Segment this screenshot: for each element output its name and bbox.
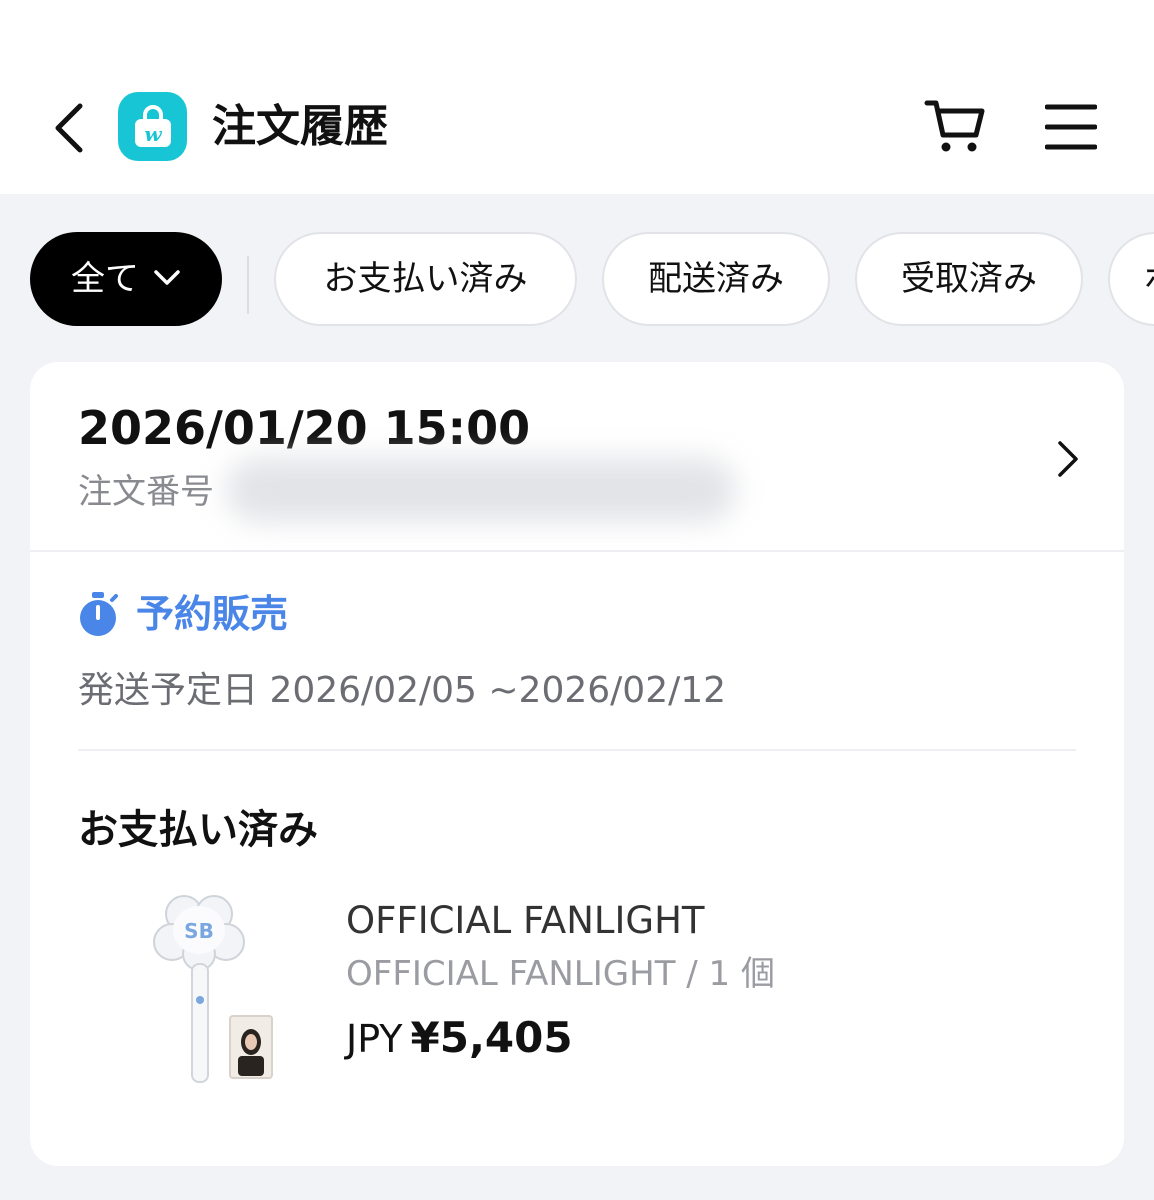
page-title: 注文履歴 [212,101,388,152]
filter-divider [247,256,249,314]
order-filter-bar: 全て お支払い済み 配送済み 受取済み ボ [0,232,1154,328]
cart-button[interactable] [922,96,988,156]
filter-chip-more[interactable]: ボ [1108,232,1154,326]
order-card: 2026/01/20 15:00 注文番号 予約販売 発送予定日 2026/02… [30,362,1124,1166]
order-detail-button[interactable] [1048,434,1088,484]
filter-chip-label: 受取済み [901,259,1037,299]
ship-date: 発送予定日 2026/02/05 ~2026/02/12 [78,670,727,711]
product-name[interactable]: OFFICIAL FANLIGHT [346,896,705,946]
back-button[interactable] [40,96,96,160]
order-header[interactable]: 2026/01/20 15:00 注文番号 [30,362,1124,550]
cart-icon [924,100,985,152]
product-option: OFFICIAL FANLIGHT / 1 個 [346,954,775,994]
menu-button[interactable] [1040,100,1102,154]
product-price: JPY ¥5,405 [346,1010,573,1075]
filter-chip-all[interactable]: 全て [30,232,222,326]
filter-chip-shipped[interactable]: 配送済み [602,232,830,326]
svg-text:SB: SB [184,919,214,943]
section-divider [78,749,1076,751]
app-logo[interactable]: w [118,92,187,161]
order-number-label: 注文番号 [78,472,214,512]
shopping-bag-logo-icon: w [134,104,171,147]
card-divider [30,550,1124,552]
filter-chip-label: お支払い済み [323,259,528,299]
filter-chip-label: 全て [71,259,139,299]
payment-status: お支払い済み [78,807,318,853]
chevron-down-icon [154,269,180,285]
order-datetime: 2026/01/20 15:00 [78,401,531,455]
filter-chip-label: ボ [1144,259,1154,299]
price-currency: JPY [346,1017,403,1061]
logo-letter: w [144,122,162,146]
hamburger-menu-icon [1045,104,1097,150]
filter-chip-paid[interactable]: お支払い済み [274,232,577,326]
chevron-left-icon [55,103,83,153]
price-amount: ¥5,405 [410,1013,573,1062]
preorder-label: 予約販売 [136,592,289,636]
chevron-right-icon [1058,441,1078,477]
order-number-redacted [226,458,736,522]
stopwatch-icon [80,592,118,636]
filter-chip-received[interactable]: 受取済み [855,232,1083,326]
top-app-bar: w 注文履歴 [0,0,1154,194]
filter-chip-label: 配送済み [648,259,784,299]
fanlight-product-image[interactable]: SB [124,892,284,1088]
